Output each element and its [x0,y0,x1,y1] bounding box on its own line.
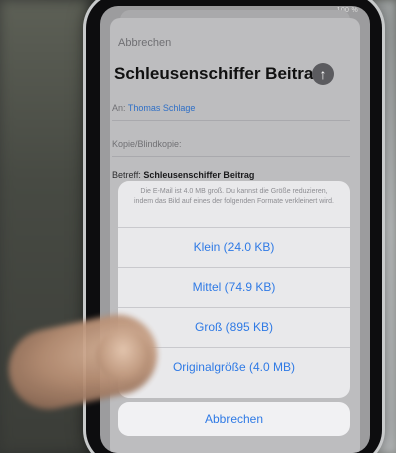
photo-scene: 100 % Abbrechen Schleusenschiffer Beitra… [0,0,396,453]
compose-cancel-button[interactable]: Abbrechen [118,37,171,49]
size-option-small[interactable]: Klein (24.0 KB) [118,228,350,268]
sheet-cancel-button[interactable]: Abbrechen [118,402,350,436]
cc-field[interactable]: Kopie/Blindkopie: [112,139,350,157]
to-label: An: [112,103,126,113]
cc-label: Kopie/Blindkopie: [112,139,182,149]
send-button[interactable]: ↑ [312,63,334,85]
size-option-medium[interactable]: Mittel (74.9 KB) [118,268,350,308]
to-field[interactable]: An: Thomas Schlage [112,103,350,121]
fingertip [96,330,150,380]
to-recipient[interactable]: Thomas Schlage [128,103,196,113]
subject-value: Schleusenschiffer Beitrag [143,170,255,180]
subject-label: Betreff: [112,170,141,180]
compose-title: Schleusenschiffer Beitrag [114,64,324,83]
arrow-up-icon: ↑ [319,66,327,82]
size-message: Die E-Mail ist 4.0 MB groß. Du kannst di… [118,181,350,228]
